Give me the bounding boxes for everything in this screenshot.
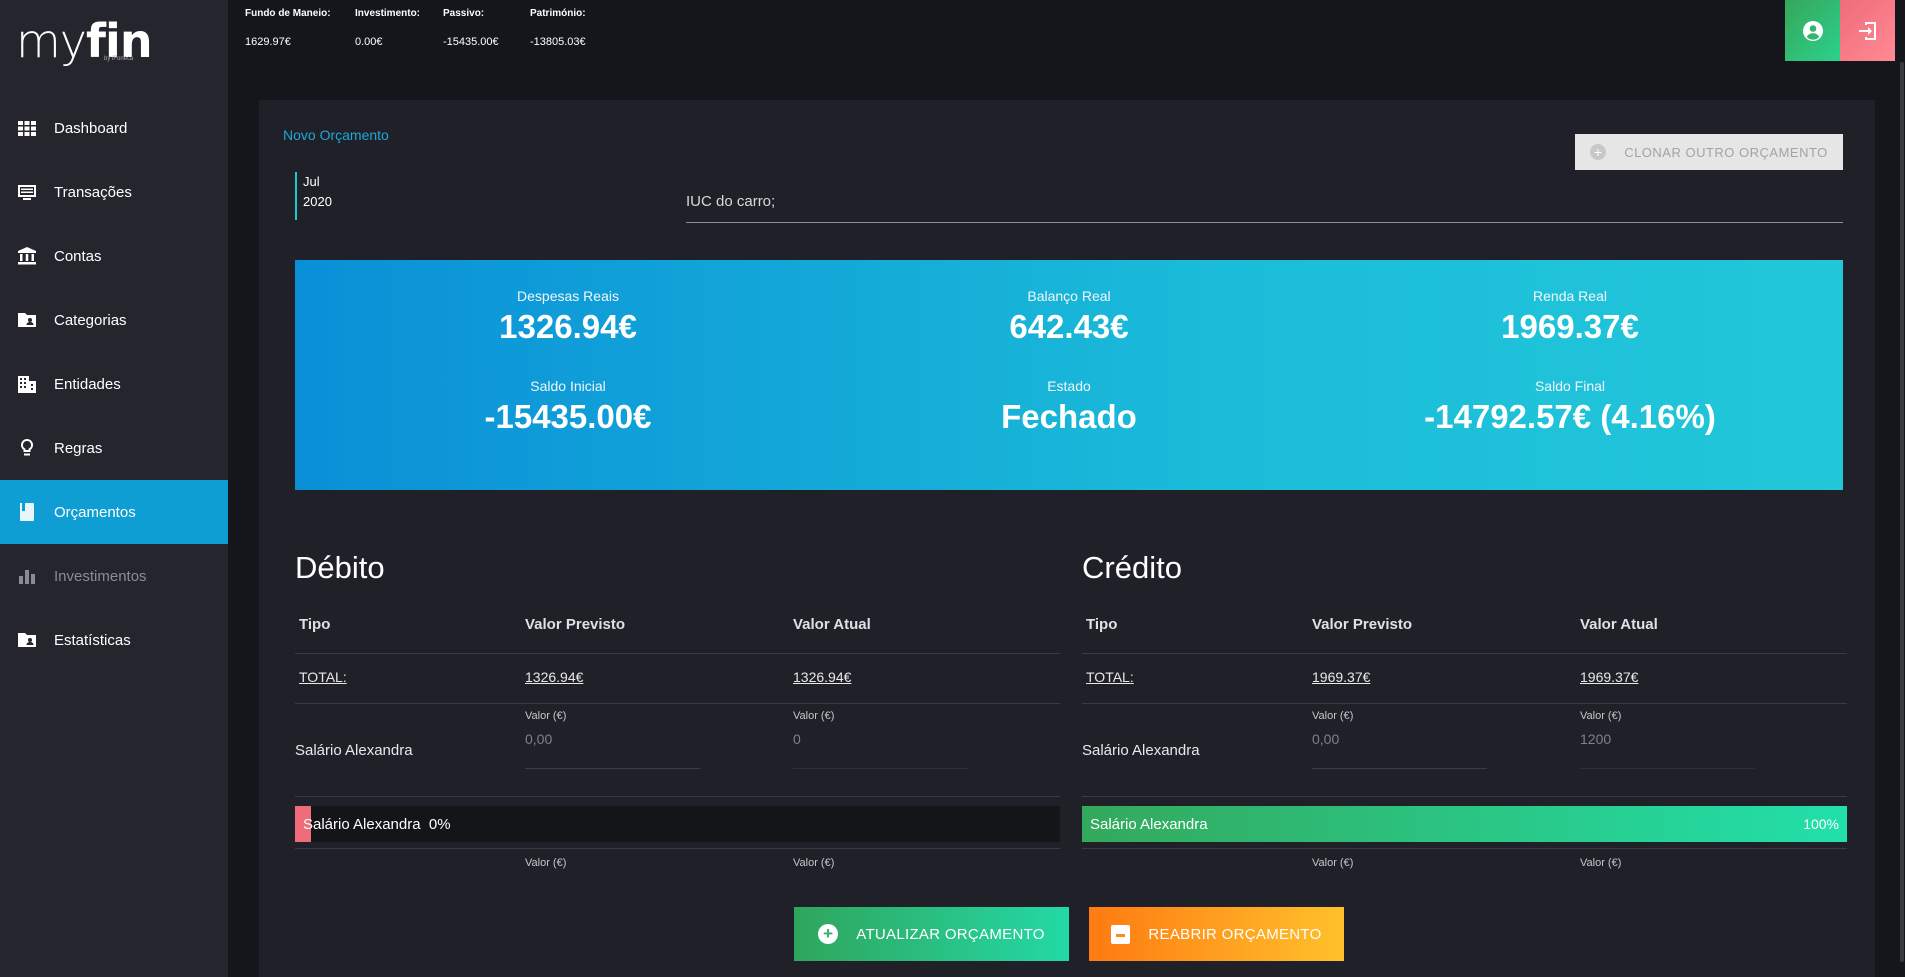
sidebar-item-estatisticas[interactable]: Estatísticas <box>0 608 228 672</box>
summary-estado: Estado Fechado <box>1001 378 1137 435</box>
summary-renda: Renda Real 1969.37€ <box>1501 288 1639 345</box>
sidebar-item-orcamentos[interactable]: Orçamentos <box>0 480 228 544</box>
top-stats: Fundo de Maneio: 1629.97€ Investimento: … <box>245 8 632 48</box>
update-budget-button[interactable]: + ATUALIZAR ORÇAMENTO <box>794 907 1069 961</box>
budget-card: Novo Orçamento + CLONAR OUTRO ORÇAMENTO … <box>259 100 1875 977</box>
user-circle-icon <box>1802 20 1823 41</box>
total-row: TOTAL: 1326.94€ 1326.94€ <box>295 654 1060 704</box>
sidebar-item-label: Regras <box>54 439 103 457</box>
summary-saldo-final: Saldo Final -14792.57€ (4.16%) <box>1424 378 1716 435</box>
table-row: Salário Alexandra Valor (€) 0,00 Valor (… <box>295 704 1060 842</box>
stat-fundo-maneio: Fundo de Maneio: 1629.97€ <box>245 8 331 48</box>
next-row: Valor (€) Valor (€) <box>1082 848 1847 878</box>
logo-subtitle: by iFoneca <box>104 56 134 62</box>
summary-saldo-inicial: Saldo Inicial -15435.00€ <box>484 378 652 435</box>
next-row: Valor (€) Valor (€) <box>295 848 1060 878</box>
sidebar-item-regras[interactable]: Regras <box>0 416 228 480</box>
logout-icon <box>1858 21 1876 40</box>
sidebar-item-label: Estatísticas <box>54 631 131 649</box>
clone-budget-button[interactable]: + CLONAR OUTRO ORÇAMENTO <box>1575 134 1843 170</box>
folder-user-icon <box>16 310 38 330</box>
sidebar-item-label: Investimentos <box>54 567 147 585</box>
progress-percent: 100% <box>1803 816 1839 832</box>
plus-circle-icon: + <box>1590 144 1607 160</box>
sidebar-item-dashboard[interactable]: Dashboard <box>0 96 228 160</box>
summary-panel: Despesas Reais 1326.94€ Balanço Real 642… <box>295 260 1843 490</box>
table-header: Tipo Valor Previsto Valor Atual <box>1082 600 1847 654</box>
logout-button[interactable] <box>1840 0 1895 61</box>
scrollbar[interactable] <box>1900 62 1904 962</box>
book-icon <box>16 502 38 522</box>
credit-table: Tipo Valor Previsto Valor Atual TOTAL: 1… <box>1082 600 1847 869</box>
bank-icon <box>16 246 38 266</box>
sidebar-item-investimentos[interactable]: Investimentos <box>0 544 228 608</box>
planned-value-field[interactable]: Valor (€) 0,00 <box>525 710 700 769</box>
sidebar-item-label: Dashboard <box>54 119 128 137</box>
description-field[interactable]: IUC do carro; <box>686 193 1843 223</box>
sidebar: myfin by iFoneca Dashboard Transações Co… <box>0 0 228 977</box>
sidebar-nav: Dashboard Transações Contas Categorias E… <box>0 96 228 672</box>
summary-despesas: Despesas Reais 1326.94€ <box>499 288 637 345</box>
progress-label: Salário Alexandra <box>1090 816 1208 833</box>
budget-year: 2020 <box>303 194 332 209</box>
stat-investimento: Investimento: 0.00€ <box>355 8 421 48</box>
sidebar-item-label: Categorias <box>54 311 127 329</box>
user-profile-button[interactable] <box>1785 0 1840 61</box>
table-row: Salário Alexandra Valor (€) 0,00 Valor (… <box>1082 704 1847 842</box>
budget-date[interactable]: Jul 2020 <box>295 172 332 220</box>
debit-title: Débito <box>295 550 385 585</box>
sidebar-item-categorias[interactable]: Categorias <box>0 288 228 352</box>
lightbulb-icon <box>16 438 38 458</box>
sidebar-item-label: Transações <box>54 183 132 201</box>
sidebar-item-label: Orçamentos <box>54 503 136 521</box>
sidebar-item-transacoes[interactable]: Transações <box>0 160 228 224</box>
sidebar-item-entidades[interactable]: Entidades <box>0 352 228 416</box>
debit-table: Tipo Valor Previsto Valor Atual TOTAL: 1… <box>295 600 1060 869</box>
current-value-field: Valor (€) 0 <box>793 710 968 769</box>
list-icon <box>16 182 38 202</box>
breadcrumb[interactable]: Novo Orçamento <box>283 127 389 143</box>
grid-icon <box>16 118 38 138</box>
sidebar-item-contas[interactable]: Contas <box>0 224 228 288</box>
progress-label: Salário Alexandra 0% <box>303 816 451 833</box>
table-header: Tipo Valor Previsto Valor Atual <box>295 600 1060 654</box>
progress-bar: Salário Alexandra 100% <box>1082 806 1847 842</box>
plus-circle-icon: + <box>818 924 839 944</box>
building-icon <box>16 374 38 394</box>
sidebar-item-label: Contas <box>54 247 102 265</box>
bar-chart-icon <box>16 566 38 586</box>
stat-passivo: Passivo: -15435.00€ <box>443 8 499 48</box>
budget-month: Jul <box>303 174 320 189</box>
stat-patrimonio: Património: -13805.03€ <box>530 8 586 48</box>
planned-value-field[interactable]: Valor (€) 0,00 <box>1312 710 1487 769</box>
current-value-field: Valor (€) 1200 <box>1580 710 1755 769</box>
reopen-budget-button[interactable]: REABRIR ORÇAMENTO <box>1089 907 1344 961</box>
sidebar-item-label: Entidades <box>54 375 121 393</box>
summary-balanco: Balanço Real 642.43€ <box>1009 288 1129 345</box>
credit-title: Crédito <box>1082 550 1182 585</box>
total-row: TOTAL: 1969.37€ 1969.37€ <box>1082 654 1847 704</box>
progress-bar: Salário Alexandra 0% <box>295 806 1060 842</box>
folder-user-icon <box>16 630 38 650</box>
archive-icon <box>1111 924 1131 944</box>
